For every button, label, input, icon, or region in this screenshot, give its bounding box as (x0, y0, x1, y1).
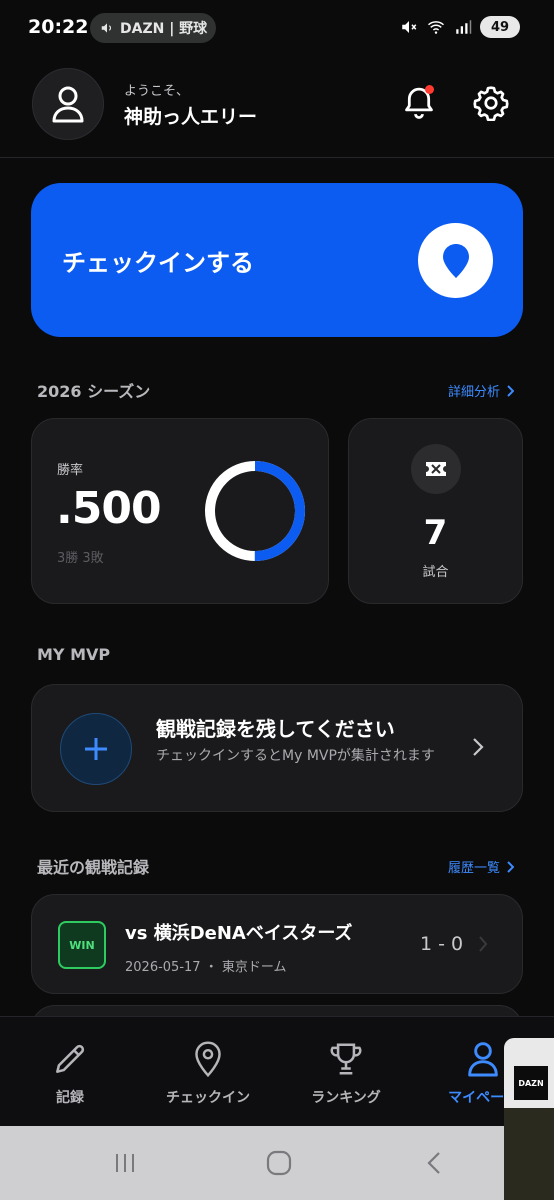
dazn-pip-overlay[interactable]: DAZN (504, 1038, 554, 1200)
person-icon (467, 1039, 499, 1079)
games-label: 試合 (422, 565, 449, 580)
status-time: 20:22 (28, 16, 89, 38)
pip-video (504, 1108, 554, 1200)
gear-icon (473, 86, 509, 121)
mvp-title: 観戦記録を残してください (156, 717, 395, 741)
chevron-right-icon (507, 384, 514, 397)
winrate-label: 勝率 (57, 463, 84, 478)
recent-section-title: 最近の観戦記録 (37, 858, 150, 877)
win-badge: WIN (58, 921, 106, 969)
username: 神助っ人エリー (124, 106, 258, 128)
trophy-icon (327, 1039, 365, 1079)
winrate-donut-chart (205, 461, 305, 561)
history-link[interactable]: 履歴一覧 (448, 857, 514, 876)
recent-apps-button[interactable] (95, 1126, 155, 1200)
nav-label: チェックイン (166, 1090, 250, 1106)
game-venue: 東京ドーム (221, 960, 287, 975)
ticket-icon (426, 462, 446, 476)
record-text: 3勝 3敗 (57, 551, 104, 566)
system-nav-bar (0, 1126, 504, 1200)
ticket-badge (411, 444, 461, 494)
wifi-icon (428, 21, 444, 34)
media-text: DAZN | 野球 (120, 21, 208, 37)
mvp-card[interactable]: 観戦記録を残してください チェックインするとMy MVPが集計されます (31, 684, 523, 812)
back-icon (427, 1152, 440, 1174)
pencil-icon (51, 1039, 89, 1079)
speaker-icon (101, 23, 112, 33)
nav-item-ranking[interactable]: ランキング (300, 1017, 392, 1127)
add-record-button[interactable] (60, 713, 132, 785)
chevron-right-icon (479, 936, 488, 952)
winrate-value: .500 (56, 483, 162, 534)
location-pin-icon (442, 243, 469, 278)
media-pill[interactable]: DAZN | 野球 (90, 13, 216, 43)
signal-icon (456, 20, 472, 34)
history-label: 履歴一覧 (447, 861, 500, 876)
nav-item-record[interactable]: 記録 (30, 1017, 110, 1127)
game-record-card[interactable]: WIN vs 横浜DeNAベイスターズ 2026-05-17 ・ 東京ドーム 1… (31, 894, 523, 994)
home-icon (266, 1150, 292, 1176)
chevron-right-icon (473, 738, 484, 756)
bottom-nav: 記録 チェックイン ランキング マイページ (0, 1016, 554, 1126)
recent-apps-icon (116, 1154, 134, 1172)
chevron-right-icon (507, 860, 514, 873)
game-score: 1 - 0 (420, 933, 464, 955)
checkin-label: チェックインする (62, 249, 254, 277)
checkin-pin-button[interactable] (418, 223, 493, 298)
mute-icon (402, 21, 417, 33)
header: ようこそ、 神助っ人エリー (0, 56, 554, 158)
winrate-card[interactable]: 勝率 .500 3勝 3敗 (31, 418, 329, 604)
home-button[interactable] (249, 1126, 309, 1200)
games-count: 7 (423, 513, 448, 553)
avatar[interactable] (32, 68, 104, 140)
mvp-description: チェックインするとMy MVPが集計されます (156, 748, 435, 764)
plus-icon (85, 738, 107, 760)
notification-dot (425, 85, 434, 94)
detail-analysis-label: 詳細分析 (447, 385, 500, 400)
season-title: 2026 シーズン (37, 382, 151, 401)
nav-label: ランキング (311, 1090, 381, 1106)
status-icons: 49 (400, 16, 520, 38)
checkin-card[interactable]: チェックインする (31, 183, 523, 337)
notification-button[interactable] (398, 82, 440, 124)
settings-button[interactable] (470, 82, 512, 124)
game-meta: 2026-05-17 ・ 東京ドーム (125, 960, 287, 975)
welcome-text: ようこそ、 (124, 84, 190, 99)
game-date: 2026-05-17 (125, 960, 201, 975)
location-pin-icon (191, 1039, 225, 1079)
dazn-logo: DAZN (514, 1066, 548, 1100)
battery-icon: 49 (480, 16, 520, 38)
mvp-section-title: MY MVP (37, 645, 111, 664)
nav-item-checkin[interactable]: チェックイン (158, 1017, 258, 1127)
detail-analysis-link[interactable]: 詳細分析 (448, 381, 514, 400)
back-button[interactable] (404, 1126, 464, 1200)
nav-label: 記録 (56, 1090, 84, 1106)
person-icon (52, 86, 84, 123)
game-title: vs 横浜DeNAベイスターズ (125, 923, 353, 944)
games-card[interactable]: 7 試合 (348, 418, 523, 604)
status-bar: 20:22 DAZN | 野球 49 (0, 0, 554, 56)
